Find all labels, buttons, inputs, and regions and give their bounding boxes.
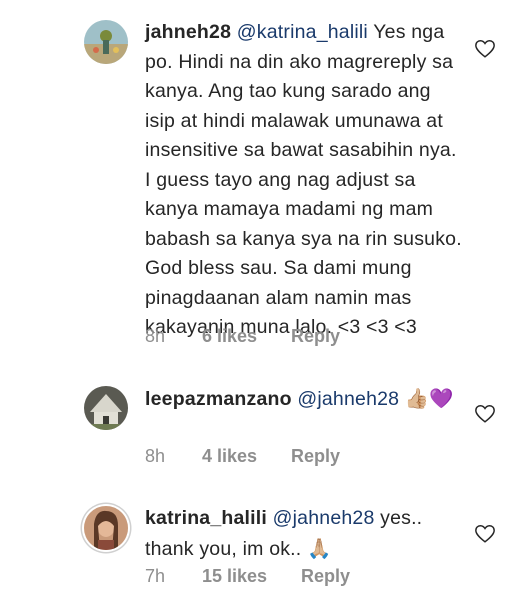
comment-emoji: 👍🏼💜: [404, 387, 454, 410]
reply-button[interactable]: Reply: [301, 566, 350, 587]
comment-text: katrina_halili @jahneh28 yes.. thank you…: [145, 504, 465, 564]
comment-meta: 7h 15 likes Reply: [145, 566, 350, 587]
comment-text: leepazmanzano @jahneh28 👍🏼💜: [145, 384, 465, 415]
comment-time: 8h: [145, 326, 166, 346]
comment-mention[interactable]: @katrina_halili: [237, 21, 368, 43]
comment-emoji: 🙏🏼: [307, 536, 332, 560]
comment-meta: 8h 6 likes Reply: [145, 326, 340, 347]
comment-username[interactable]: leepazmanzano: [145, 388, 292, 410]
avatar[interactable]: [84, 506, 128, 550]
comment-time: 8h: [145, 446, 166, 466]
comment-body: Yes nga po. Hindi na din ako magrereply …: [145, 21, 462, 338]
reply-button[interactable]: Reply: [291, 446, 340, 467]
avatar[interactable]: [84, 386, 128, 430]
comment-likes[interactable]: 6 likes: [202, 326, 286, 347]
comment-likes[interactable]: 15 likes: [202, 566, 296, 587]
comment-mention[interactable]: @jahneh28: [297, 388, 399, 410]
avatar[interactable]: [84, 20, 128, 64]
heart-outline-icon[interactable]: [474, 523, 496, 545]
heart-outline-icon[interactable]: [474, 403, 496, 425]
comment-meta: 8h 4 likes Reply: [145, 446, 340, 467]
reply-button[interactable]: Reply: [291, 326, 340, 347]
comment-mention[interactable]: @jahneh28: [273, 507, 375, 529]
comment-text: jahneh28 @katrina_halili Yes nga po. Hin…: [145, 18, 465, 343]
comment-likes[interactable]: 4 likes: [202, 446, 286, 467]
comment-username[interactable]: katrina_halili: [145, 507, 267, 529]
comment-username[interactable]: jahneh28: [145, 21, 231, 43]
heart-outline-icon[interactable]: [474, 38, 496, 60]
comment-time: 7h: [145, 566, 166, 586]
